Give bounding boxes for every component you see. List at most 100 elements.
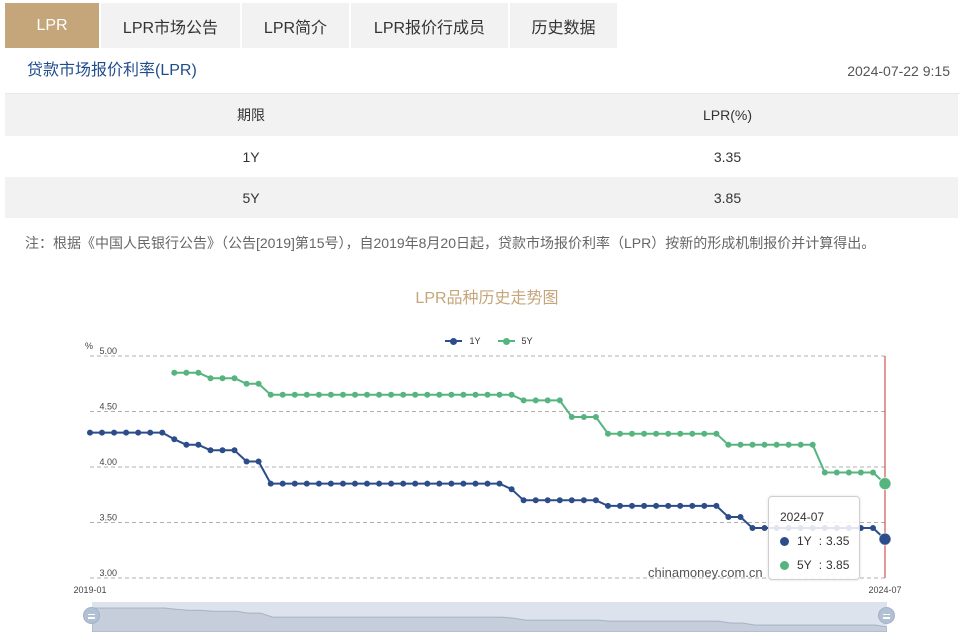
data-point-1y[interactable] — [761, 525, 768, 531]
data-point-1y[interactable] — [123, 429, 130, 436]
data-point-5y[interactable] — [677, 430, 684, 437]
data-point-1y[interactable] — [641, 502, 648, 509]
data-point-5y[interactable] — [629, 430, 635, 437]
data-point-1y[interactable] — [147, 429, 154, 436]
data-point-5y[interactable] — [388, 391, 395, 398]
data-point-1y[interactable] — [472, 480, 479, 487]
data-point-1y[interactable] — [532, 497, 539, 504]
data-point-1y[interactable] — [400, 480, 407, 487]
data-point-1y[interactable] — [376, 480, 383, 487]
data-point-5y[interactable] — [400, 391, 407, 398]
data-point-1y[interactable] — [279, 480, 286, 487]
data-point-5y[interactable] — [303, 391, 310, 398]
data-point-5y[interactable] — [821, 469, 828, 476]
data-point-5y[interactable] — [761, 441, 768, 448]
tab-lpr-market-announcement[interactable]: LPR市场公告 — [101, 3, 240, 48]
data-point-1y[interactable] — [870, 525, 876, 531]
data-point-1y[interactable] — [231, 447, 238, 454]
data-point-5y[interactable] — [713, 430, 720, 437]
data-zoom-slider[interactable] — [83, 602, 895, 632]
data-point-5y[interactable] — [520, 397, 527, 404]
highlighted-point-1y[interactable] — [878, 532, 892, 546]
data-point-1y[interactable] — [327, 480, 334, 487]
data-point-5y[interactable] — [653, 430, 660, 437]
data-point-5y[interactable] — [340, 391, 346, 398]
tab-lpr-quoting-banks[interactable]: LPR报价行成员 — [351, 3, 508, 48]
data-point-5y[interactable] — [412, 391, 419, 398]
data-point-1y[interactable] — [255, 458, 262, 465]
data-point-1y[interactable] — [171, 436, 178, 443]
data-point-5y[interactable] — [327, 391, 334, 398]
data-point-5y[interactable] — [472, 391, 479, 398]
data-point-1y[interactable] — [111, 429, 118, 436]
data-point-1y[interactable] — [99, 429, 105, 436]
data-point-1y[interactable] — [629, 502, 635, 509]
data-point-5y[interactable] — [508, 391, 515, 398]
data-point-1y[interactable] — [580, 497, 587, 504]
data-point-5y[interactable] — [857, 469, 864, 476]
data-point-1y[interactable] — [159, 429, 166, 436]
data-point-1y[interactable] — [520, 497, 527, 504]
data-point-1y[interactable] — [460, 480, 467, 487]
data-point-5y[interactable] — [809, 441, 816, 448]
data-point-5y[interactable] — [605, 430, 611, 437]
data-point-1y[interactable] — [605, 502, 611, 509]
highlighted-point-5y[interactable] — [878, 477, 892, 491]
data-point-5y[interactable] — [219, 375, 226, 382]
data-point-5y[interactable] — [665, 430, 672, 437]
data-point-1y[interactable] — [617, 502, 623, 509]
data-point-5y[interactable] — [797, 441, 804, 448]
data-point-1y[interactable] — [689, 502, 696, 509]
data-point-5y[interactable] — [833, 469, 840, 476]
data-point-5y[interactable] — [424, 391, 431, 398]
data-point-1y[interactable] — [291, 480, 298, 487]
data-point-5y[interactable] — [556, 397, 563, 404]
data-point-5y[interactable] — [496, 391, 503, 398]
data-point-5y[interactable] — [580, 414, 587, 420]
data-point-1y[interactable] — [424, 480, 431, 487]
data-point-5y[interactable] — [749, 441, 756, 448]
data-point-1y[interactable] — [340, 480, 346, 487]
data-point-5y[interactable] — [532, 397, 539, 404]
tab-lpr[interactable]: LPR — [5, 3, 99, 48]
data-point-1y[interactable] — [713, 502, 720, 509]
data-point-5y[interactable] — [737, 441, 744, 448]
data-point-5y[interactable] — [255, 380, 262, 387]
data-point-1y[interactable] — [315, 480, 322, 487]
data-point-5y[interactable] — [376, 391, 383, 398]
data-point-1y[interactable] — [207, 447, 214, 454]
zoom-handle-right[interactable] — [878, 607, 895, 624]
data-point-5y[interactable] — [460, 391, 467, 398]
data-point-5y[interactable] — [291, 391, 298, 398]
data-point-5y[interactable] — [870, 469, 876, 476]
zoom-handle-left[interactable] — [83, 607, 100, 624]
data-point-1y[interactable] — [725, 514, 732, 520]
data-point-5y[interactable] — [448, 391, 455, 398]
data-point-1y[interactable] — [183, 441, 190, 448]
data-point-5y[interactable] — [617, 430, 623, 437]
data-point-1y[interactable] — [544, 497, 551, 504]
data-point-5y[interactable] — [352, 391, 358, 398]
data-point-5y[interactable] — [207, 375, 214, 382]
data-point-5y[interactable] — [544, 397, 551, 404]
data-point-1y[interactable] — [556, 497, 563, 504]
data-point-5y[interactable] — [773, 441, 780, 448]
tab-historical-data[interactable]: 历史数据 — [510, 3, 617, 48]
data-point-1y[interactable] — [508, 486, 515, 493]
data-point-1y[interactable] — [303, 480, 310, 487]
data-point-5y[interactable] — [701, 430, 708, 437]
data-point-5y[interactable] — [689, 430, 696, 437]
data-point-5y[interactable] — [315, 391, 322, 398]
data-point-5y[interactable] — [364, 391, 370, 398]
data-point-5y[interactable] — [484, 391, 491, 398]
data-point-5y[interactable] — [267, 391, 274, 398]
data-point-1y[interactable] — [436, 480, 443, 487]
data-point-1y[interactable] — [592, 497, 599, 504]
data-point-5y[interactable] — [436, 391, 443, 398]
data-point-1y[interactable] — [135, 429, 142, 436]
data-point-1y[interactable] — [677, 502, 684, 509]
data-point-1y[interactable] — [448, 480, 455, 487]
data-point-1y[interactable] — [267, 480, 274, 487]
data-point-5y[interactable] — [785, 441, 792, 448]
data-point-1y[interactable] — [412, 480, 419, 487]
